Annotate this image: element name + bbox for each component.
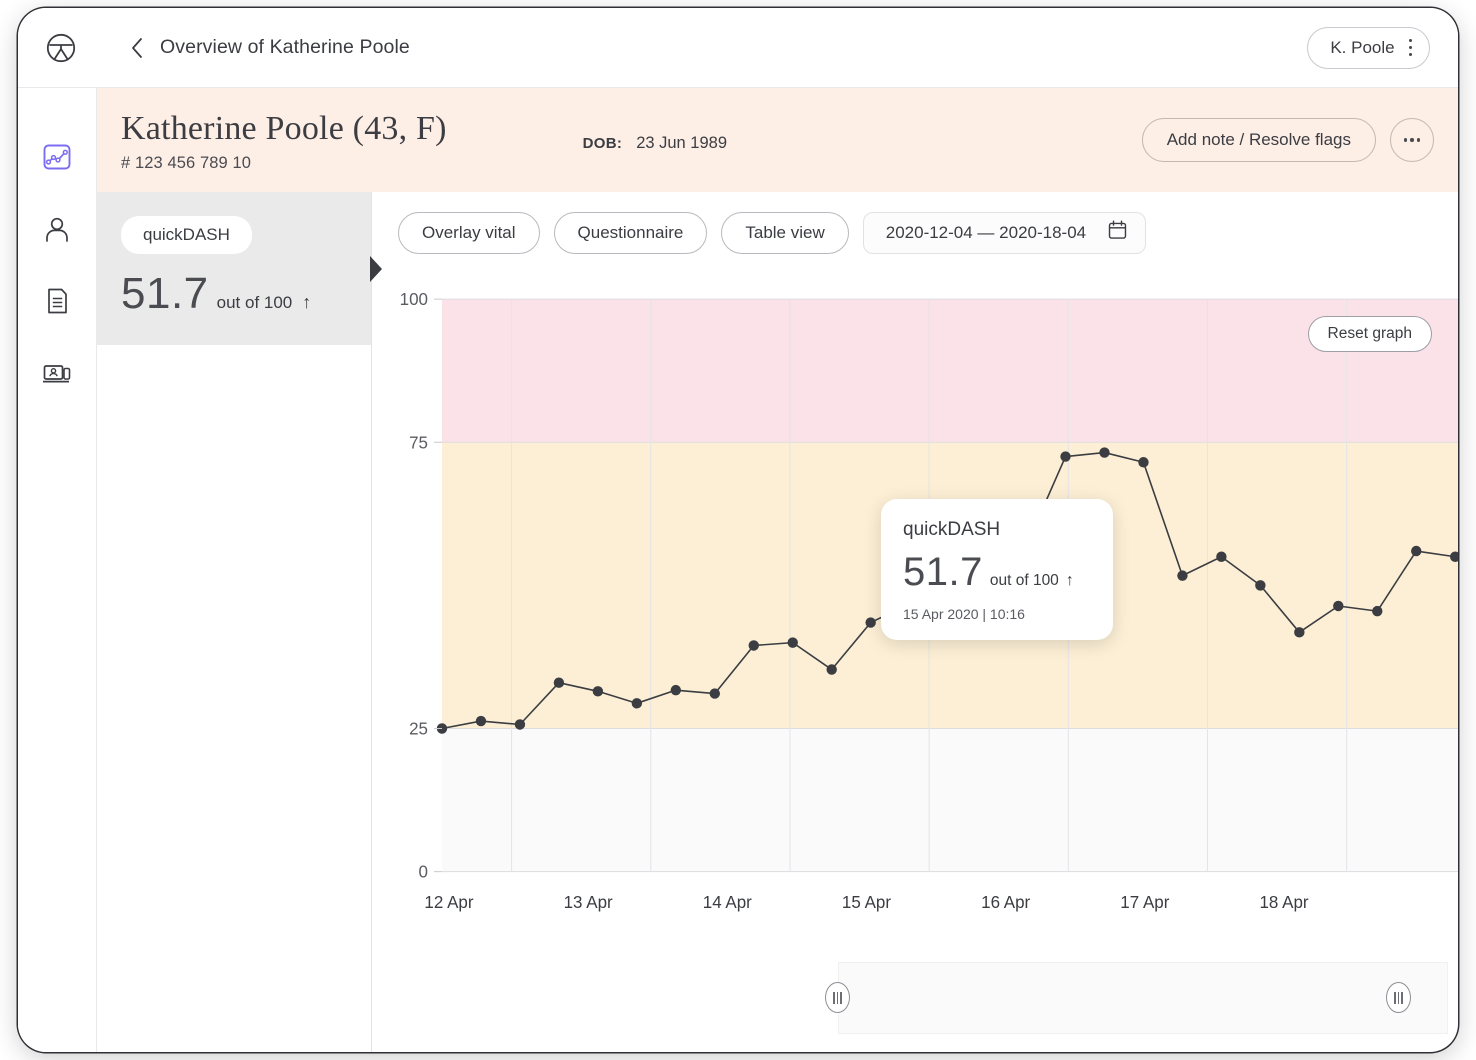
patient-name: Katherine Poole (43, F)	[121, 110, 447, 148]
sidebar-item-telehealth[interactable]	[40, 356, 74, 390]
table-view-button[interactable]: Table view	[721, 211, 849, 254]
overlay-vital-button[interactable]: Overlay vital	[398, 211, 540, 254]
app-body: Katherine Poole (43, F) # 123 456 789 10…	[18, 88, 1458, 1052]
user-menu-label: K. Poole	[1330, 37, 1395, 57]
score-card-value: 51.7	[121, 269, 209, 318]
reset-graph-button[interactable]: Reset graph	[1307, 316, 1432, 352]
dob-value: 23 Jun 1989	[636, 133, 728, 152]
trend-up-icon: ↑	[302, 292, 312, 312]
patient-header: Katherine Poole (43, F) # 123 456 789 10…	[97, 88, 1458, 192]
patient-dob: DOB: 23 Jun 1989	[583, 128, 727, 153]
questionnaire-button[interactable]: Questionnaire	[553, 211, 708, 254]
svg-text:13 Apr: 13 Apr	[564, 893, 613, 912]
content-column: Katherine Poole (43, F) # 123 456 789 10…	[97, 88, 1458, 1052]
chart-tooltip: quickDASH 51.7 out of 100 ↑ 15 Apr 2020 …	[881, 499, 1113, 640]
clinic-logo-icon	[44, 31, 78, 65]
add-note-button[interactable]: Add note / Resolve flags	[1141, 118, 1376, 162]
patient-identity: Katherine Poole (43, F) # 123 456 789 10	[121, 107, 447, 173]
lower-section: quickDASH 51.7 out of 100 ↑ Overlay vita…	[97, 192, 1458, 1052]
date-range-label: 2020-12-04 — 2020-18-04	[885, 222, 1087, 242]
svg-text:15 Apr: 15 Apr	[842, 893, 891, 912]
patient-more-button[interactable]	[1390, 118, 1434, 162]
chart-panel: Overlay vital Questionnaire Table view 2…	[372, 192, 1458, 1052]
score-card-chip: quickDASH	[121, 216, 252, 254]
svg-text:16 Apr: 16 Apr	[981, 893, 1030, 912]
svg-text:75: 75	[409, 433, 428, 452]
svg-text:12 Apr: 12 Apr	[424, 893, 473, 912]
score-card-value-row: 51.7 out of 100 ↑	[121, 269, 371, 319]
sidebar-item-documents[interactable]	[40, 284, 74, 318]
svg-text:17 Apr: 17 Apr	[1120, 893, 1169, 912]
patient-id: # 123 456 789 10	[121, 153, 252, 172]
dob-label: DOB:	[582, 134, 623, 152]
sidebar-nav	[18, 88, 97, 1052]
range-brush-track[interactable]	[838, 962, 1448, 1034]
range-brush-left-handle[interactable]	[825, 982, 850, 1013]
score-card-outof: out of 100	[216, 293, 293, 312]
chart-area[interactable]: Reset graph 0 25 75 100 12 Apr 13 Apr 14 Apr 15…	[372, 273, 1458, 956]
tooltip-title: quickDASH	[903, 519, 1001, 540]
svg-text:14 Apr: 14 Apr	[703, 893, 752, 912]
range-brush[interactable]	[372, 956, 1458, 1052]
tooltip-timestamp: 15 Apr 2020 | 10:16	[903, 606, 1025, 622]
tooltip-outof: out of 100	[989, 572, 1059, 589]
date-range-picker[interactable]: 2020-12-04 — 2020-18-04	[862, 211, 1147, 254]
sidebar-item-profile[interactable]	[40, 212, 74, 246]
svg-text:0: 0	[419, 863, 428, 882]
kebab-menu-icon[interactable]	[1408, 38, 1412, 57]
range-brush-right-handle[interactable]	[1386, 982, 1411, 1013]
user-menu-button[interactable]: K. Poole	[1307, 26, 1430, 69]
tooltip-value-row: 51.7 out of 100 ↑	[903, 550, 1091, 595]
calendar-icon[interactable]	[1108, 220, 1127, 245]
trend-up-icon: ↑	[1065, 572, 1074, 589]
tooltip-value: 51.7	[903, 550, 983, 594]
sidebar-item-charts[interactable]	[40, 140, 74, 174]
top-bar: Overview of Katherine Poole K. Poole	[18, 8, 1458, 88]
svg-text:18 Apr: 18 Apr	[1259, 893, 1308, 912]
score-card-quickdash[interactable]: quickDASH 51.7 out of 100 ↑	[97, 192, 382, 345]
svg-text:25: 25	[409, 719, 428, 738]
ellipsis-icon	[1403, 138, 1421, 142]
app-window: Overview of Katherine Poole K. Poole Kat…	[18, 8, 1458, 1052]
svg-text:100: 100	[400, 290, 428, 309]
chart-toolbar: Overlay vital Questionnaire Table view 2…	[372, 192, 1458, 273]
page-title: Overview of Katherine Poole	[160, 36, 410, 58]
chevron-left-icon[interactable]	[130, 37, 144, 59]
score-list: quickDASH 51.7 out of 100 ↑	[97, 192, 382, 1052]
